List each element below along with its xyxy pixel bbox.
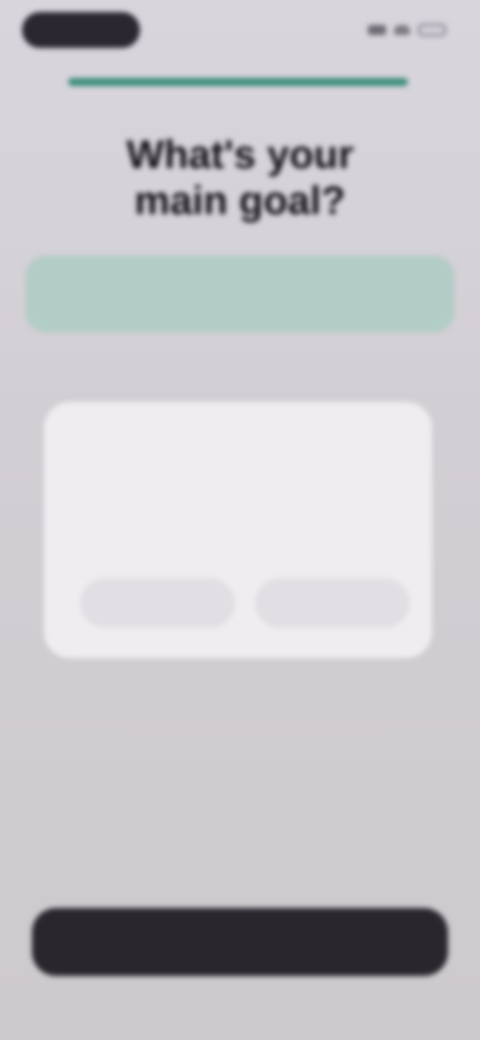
- card-button-row: [80, 578, 410, 628]
- title-line-2: main goal?: [134, 179, 346, 223]
- screen: What's your main goal?: [0, 0, 480, 1040]
- signal-icon: [368, 25, 386, 35]
- info-card: [44, 402, 432, 658]
- continue-button[interactable]: [32, 908, 448, 976]
- page-title: What's your main goal?: [0, 132, 480, 224]
- card-left-button[interactable]: [80, 578, 235, 628]
- progress-bar: [68, 78, 408, 86]
- title-line-1: What's your: [126, 133, 354, 177]
- battery-icon: [418, 24, 446, 36]
- card-right-button[interactable]: [255, 578, 410, 628]
- wifi-icon: [394, 25, 410, 35]
- status-bar-right: [368, 24, 446, 36]
- dynamic-island: [22, 12, 140, 48]
- progress-fill: [68, 78, 408, 86]
- selected-goal-option[interactable]: [26, 256, 454, 332]
